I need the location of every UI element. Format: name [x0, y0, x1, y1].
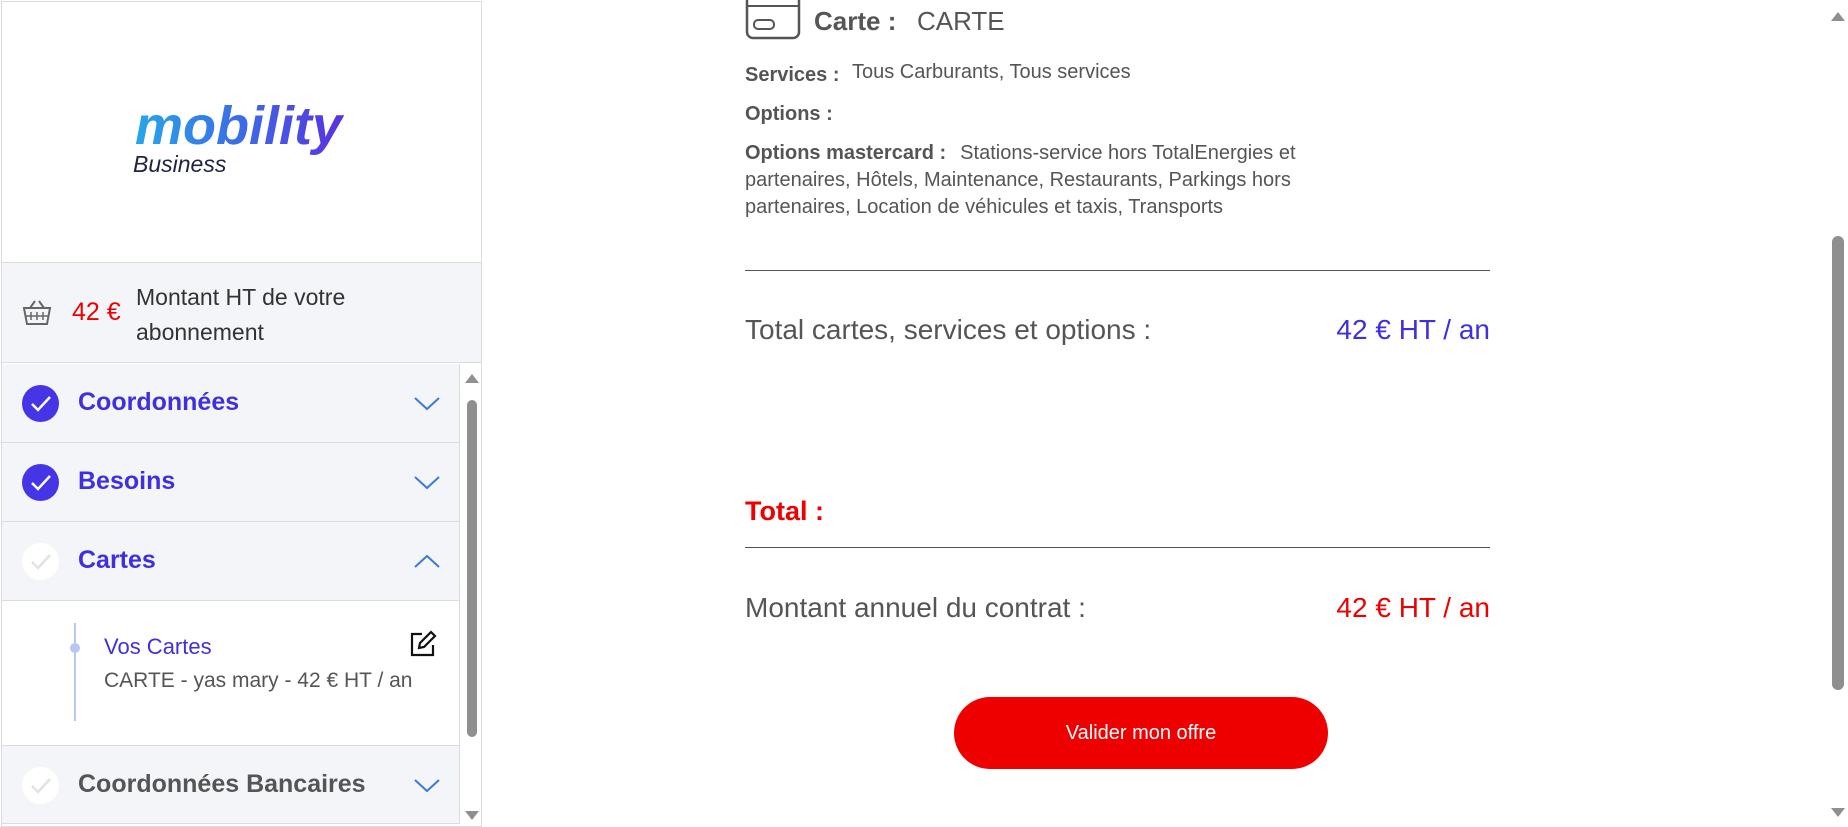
subscription-amount: 42 € [72, 298, 121, 326]
options-label: Options : [745, 103, 833, 125]
scroll-down-arrow-icon[interactable] [1831, 808, 1845, 817]
annual-amount-label: Montant annuel du contrat : [745, 592, 1086, 623]
check-icon [22, 464, 59, 501]
offer-summary: Carte : CARTE Services : Tous Carburants… [484, 0, 1824, 827]
mastercard-options-label: Options mastercard : [745, 142, 947, 164]
card-value: CARTE [917, 6, 1005, 36]
sidebar: mobility Business 42 € Montant HT de vot… [1, 1, 482, 827]
step-besoins[interactable]: Besoins [2, 443, 460, 522]
svg-text:Business: Business [133, 151, 227, 177]
tree-line [74, 623, 76, 721]
step-title: Besoins [78, 467, 176, 495]
subscription-label: Montant HT de votre abonnement [136, 284, 346, 345]
sidebar-scrollbar[interactable] [462, 364, 481, 826]
total-title: Total : [745, 496, 824, 526]
chevron-up-icon[interactable] [413, 552, 441, 570]
step-title: Cartes [78, 546, 156, 574]
cartes-panel: Vos Cartes CARTE - yas mary - 42 € HT / … [2, 601, 460, 745]
annual-amount-value: 42 € HT / an [1336, 592, 1490, 623]
tree-dot [70, 643, 80, 653]
scroll-up-arrow-icon[interactable] [1831, 12, 1845, 21]
scroll-down-arrow-icon[interactable] [465, 811, 479, 820]
check-icon [22, 543, 59, 580]
scroll-up-arrow-icon[interactable] [465, 374, 479, 383]
step-cartes[interactable]: Cartes [2, 522, 460, 601]
validate-offer-button[interactable]: Valider mon offre [954, 697, 1328, 769]
scrollbar-thumb[interactable] [1832, 236, 1844, 690]
card-icon [745, 0, 801, 40]
scrollbar-thumb[interactable] [467, 400, 477, 737]
subscription-summary: 42 € Montant HT de votre abonnement [2, 262, 481, 363]
services-label: Services : [745, 64, 840, 86]
mobility-business-logo: mobility Business [133, 96, 345, 177]
chevron-down-icon[interactable] [413, 473, 441, 491]
basket-icon [22, 300, 52, 325]
step-coordonnees-bancaires[interactable]: Coordonnées Bancaires [2, 745, 460, 824]
check-icon [22, 385, 59, 422]
svg-text:mobility: mobility [135, 96, 345, 156]
edit-icon[interactable] [408, 629, 438, 659]
chevron-down-icon[interactable] [413, 394, 441, 412]
brand-logo[interactable]: mobility Business [2, 2, 481, 262]
mastercard-options: Options mastercard : Stations-service hor… [745, 140, 1345, 221]
chevron-down-icon[interactable] [413, 776, 441, 794]
subtotal-value: 42 € HT / an [1336, 314, 1490, 345]
step-title: Coordonnées [78, 388, 240, 416]
vos-cartes-title[interactable]: Vos Cartes [104, 634, 212, 660]
page-scrollbar[interactable] [1828, 0, 1848, 827]
steps-accordion: Coordonnées Besoins Cartes Vos Cartes CA… [2, 364, 460, 826]
subtotal-label: Total cartes, services et options : [745, 314, 1152, 345]
step-coordonnees[interactable]: Coordonnées [2, 364, 460, 443]
step-title: Coordonnées Bancaires [78, 770, 366, 798]
services-value: Tous Carburants, Tous services [852, 61, 1131, 83]
card-label: Carte : [814, 6, 897, 36]
divider [745, 270, 1490, 271]
card-summary: CARTE - yas mary - 42 € HT / an [104, 669, 413, 692]
divider [745, 547, 1490, 548]
check-icon [22, 767, 59, 804]
